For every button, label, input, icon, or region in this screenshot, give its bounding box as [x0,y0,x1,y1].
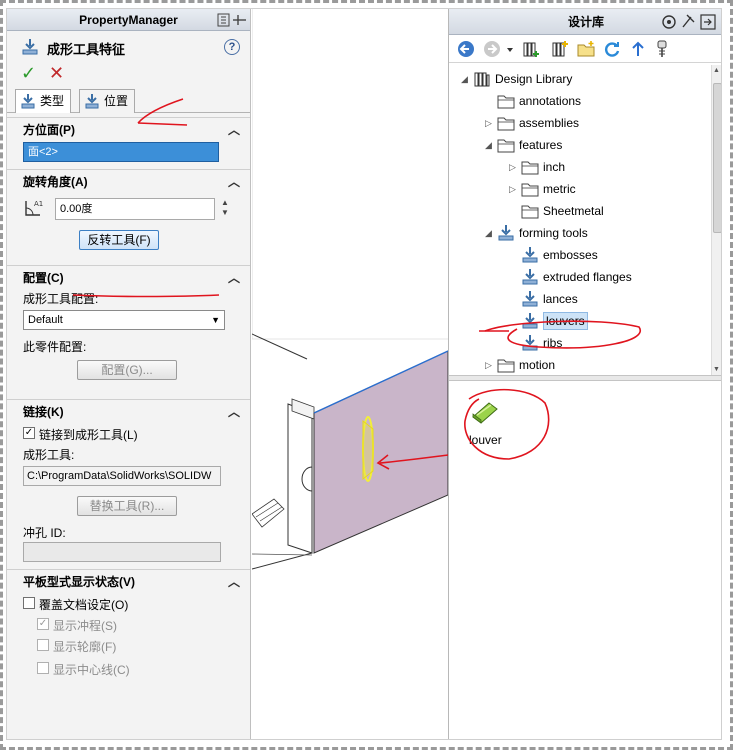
collapse-icon[interactable]: ︿ [228,400,240,424]
chevron-down-icon: ▼ [211,315,220,325]
show-punch-checkbox[interactable]: ✓ [37,618,49,630]
design-library-panel: 设计库 ◢ Design Library annotations ▷ assem… [448,9,721,739]
tool-config-value: Default [28,314,63,326]
app-window: PropertyManager 成形工具特征 ? ✓ ✕ 类型 位置 方位面(P… [6,8,722,740]
forming-tool-icon [20,93,36,109]
tool-path-field[interactable]: C:\ProgramData\SolidWorks\SOLIDW [23,466,221,486]
link-checkbox[interactable]: ✓ [23,427,35,439]
link-section: 链接(K) ︿ ✓ 链接到成形工具(L) 成形工具: C:\ProgramDat… [7,399,250,569]
show-centerline-checkbox[interactable] [37,662,49,674]
link-header-label: 链接(K) [23,405,64,419]
tool-path-label: 成形工具: [23,448,75,462]
sheetmetal-model[interactable] [252,9,448,740]
show-centerline-label: 显示中心线(C) [53,663,130,677]
link-checkbox-label: 链接到成形工具(L) [39,428,138,442]
link-header[interactable]: 链接(K) ︿ [7,400,250,424]
replace-tool-button[interactable]: 替换工具(R)... [77,496,177,516]
annotation-marks-left [72,98,220,298]
punch-id-field[interactable] [23,542,221,562]
config-button[interactable]: 配置(G)... [77,360,177,380]
show-punch-label: 显示冲程(S) [53,619,117,633]
flat-display-header[interactable]: 平板型式显示状态(V) ︿ [7,570,250,594]
part-config-label: 此零件配置: [23,340,87,354]
override-checkbox-label: 覆盖文档设定(O) [39,598,129,612]
annotation-marks-right [464,320,642,460]
flat-display-header-label: 平板型式显示状态(V) [23,575,135,589]
graphics-viewport[interactable] [252,9,448,740]
override-checkbox[interactable] [23,597,35,609]
flat-display-section: 平板型式显示状态(V) ︿ 覆盖文档设定(O) ✓ 显示冲程(S) 显示轮廓(F… [7,569,250,699]
show-outline-label: 显示轮廓(F) [53,640,117,654]
collapse-icon[interactable]: ︿ [228,570,240,594]
tab-type-label: 类型 [40,94,65,108]
show-outline-checkbox[interactable] [37,639,49,651]
property-manager: PropertyManager 成形工具特征 ? ✓ ✕ 类型 位置 方位面(P… [7,9,251,739]
punch-id-label: 冲孔 ID: [23,526,66,540]
tool-config-select[interactable]: Default ▼ [23,310,225,330]
tab-type[interactable]: 类型 [15,89,72,113]
